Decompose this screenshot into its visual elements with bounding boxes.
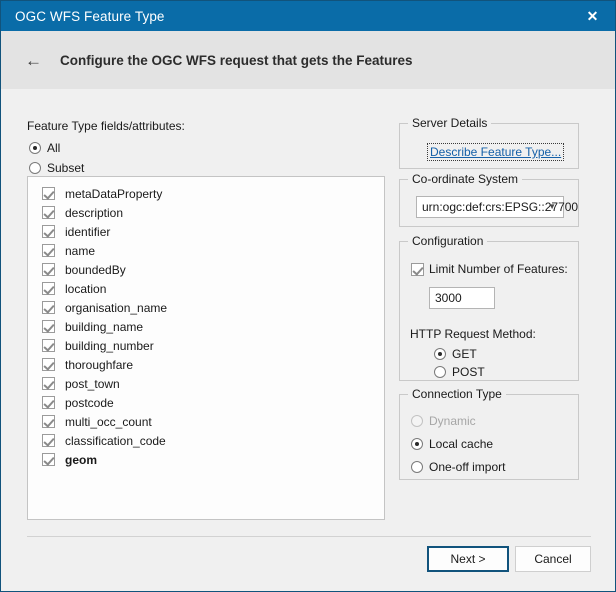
fields-listbox[interactable]: metaDataProperty description identifier nam… — [27, 176, 385, 520]
list-item-label: classification_code — [65, 434, 166, 448]
coordinate-system-title: Co-ordinate System — [408, 172, 522, 186]
back-arrow-icon[interactable]: ← — [25, 52, 42, 69]
radio-dynamic: Dynamic — [411, 414, 476, 428]
list-item[interactable]: identifier — [28, 222, 384, 241]
checkbox-icon — [42, 206, 55, 219]
list-item-label: identifier — [65, 225, 110, 239]
dialog-body: Feature Type fields/attributes: All Subs… — [1, 89, 615, 591]
list-item-label: location — [65, 282, 106, 296]
radio-local-cache-mark — [411, 438, 423, 450]
limit-features-checkbox[interactable]: Limit Number of Features: — [411, 262, 568, 276]
list-item-label: name — [65, 244, 95, 258]
radio-http-get-mark — [434, 348, 446, 360]
wizard-header: ← Configure the OGC WFS request that get… — [1, 31, 615, 89]
checkbox-icon — [42, 415, 55, 428]
radio-dynamic-mark — [411, 415, 423, 427]
list-item[interactable]: post_town — [28, 374, 384, 393]
fields-panel-label: Feature Type fields/attributes: — [27, 119, 185, 133]
chevron-down-icon: ▼ — [548, 203, 556, 211]
ogc-wfs-feature-type-dialog: OGC WFS Feature Type ✕ ← Configure the O… — [0, 0, 616, 592]
radio-subset[interactable]: Subset — [29, 161, 84, 175]
server-details-title: Server Details — [408, 116, 491, 130]
limit-features-label: Limit Number of Features: — [429, 262, 568, 276]
radio-local-cache[interactable]: Local cache — [411, 437, 493, 451]
coordinate-system-combo[interactable]: urn:ogc:def:crs:EPSG::27700 ▼ — [416, 196, 564, 218]
radio-http-post-label: POST — [452, 365, 485, 379]
checkbox-icon — [42, 320, 55, 333]
radio-all-label: All — [47, 141, 60, 155]
list-item-label: description — [65, 206, 123, 220]
describe-feature-type-link[interactable]: Describe Feature Type... — [428, 144, 563, 160]
checkbox-icon — [42, 358, 55, 371]
list-item-label: thoroughfare — [65, 358, 133, 372]
radio-local-cache-label: Local cache — [429, 437, 493, 451]
limit-features-input[interactable]: 3000 — [429, 287, 495, 309]
radio-all-mark — [29, 142, 41, 154]
list-item[interactable]: geom — [28, 450, 384, 469]
list-item[interactable]: classification_code — [28, 431, 384, 450]
checkbox-icon — [42, 434, 55, 447]
checkbox-icon — [42, 263, 55, 276]
checkbox-icon — [42, 339, 55, 352]
page-title: Configure the OGC WFS request that gets … — [60, 53, 413, 68]
radio-subset-label: Subset — [47, 161, 84, 175]
window-title: OGC WFS Feature Type — [15, 9, 165, 24]
list-item[interactable]: building_number — [28, 336, 384, 355]
list-item[interactable]: organisation_name — [28, 298, 384, 317]
list-item[interactable]: name — [28, 241, 384, 260]
list-item[interactable]: metaDataProperty — [28, 184, 384, 203]
checkbox-icon — [42, 301, 55, 314]
limit-features-check-mark — [411, 263, 424, 276]
checkbox-icon — [42, 244, 55, 257]
list-item-label: organisation_name — [65, 301, 167, 315]
list-item[interactable]: multi_occ_count — [28, 412, 384, 431]
radio-one-off-import-label: One-off import — [429, 460, 505, 474]
list-item-label: metaDataProperty — [65, 187, 162, 201]
list-item-label: building_number — [65, 339, 154, 353]
list-item[interactable]: building_name — [28, 317, 384, 336]
radio-http-post[interactable]: POST — [434, 365, 485, 379]
radio-http-get[interactable]: GET — [434, 347, 477, 361]
checkbox-icon — [42, 453, 55, 466]
radio-one-off-import-mark — [411, 461, 423, 473]
radio-http-get-label: GET — [452, 347, 477, 361]
list-item[interactable]: description — [28, 203, 384, 222]
fields-list: metaDataProperty description identifier nam… — [28, 184, 384, 469]
list-item-label: geom — [65, 453, 97, 467]
list-item-label: boundedBy — [65, 263, 126, 277]
connection-type-title: Connection Type — [408, 387, 506, 401]
title-bar: OGC WFS Feature Type ✕ — [1, 1, 615, 31]
close-icon[interactable]: ✕ — [570, 1, 615, 31]
radio-one-off-import[interactable]: One-off import — [411, 460, 505, 474]
checkbox-icon — [42, 377, 55, 390]
checkbox-icon — [42, 282, 55, 295]
radio-subset-mark — [29, 162, 41, 174]
radio-all[interactable]: All — [29, 141, 60, 155]
list-item-label: building_name — [65, 320, 143, 334]
list-item-label: postcode — [65, 396, 114, 410]
list-item[interactable]: location — [28, 279, 384, 298]
list-item[interactable]: boundedBy — [28, 260, 384, 279]
footer-separator — [27, 536, 591, 537]
limit-features-value: 3000 — [435, 291, 462, 305]
list-item-label: post_town — [65, 377, 120, 391]
checkbox-icon — [42, 187, 55, 200]
cancel-button[interactable]: Cancel — [515, 546, 591, 572]
list-item[interactable]: thoroughfare — [28, 355, 384, 374]
radio-http-post-mark — [434, 366, 446, 378]
list-item-label: multi_occ_count — [65, 415, 152, 429]
next-button[interactable]: Next > — [427, 546, 509, 572]
http-method-label: HTTP Request Method: — [410, 327, 536, 341]
checkbox-icon — [42, 225, 55, 238]
list-item[interactable]: postcode — [28, 393, 384, 412]
configuration-title: Configuration — [408, 234, 487, 248]
checkbox-icon — [42, 396, 55, 409]
radio-dynamic-label: Dynamic — [429, 414, 476, 428]
